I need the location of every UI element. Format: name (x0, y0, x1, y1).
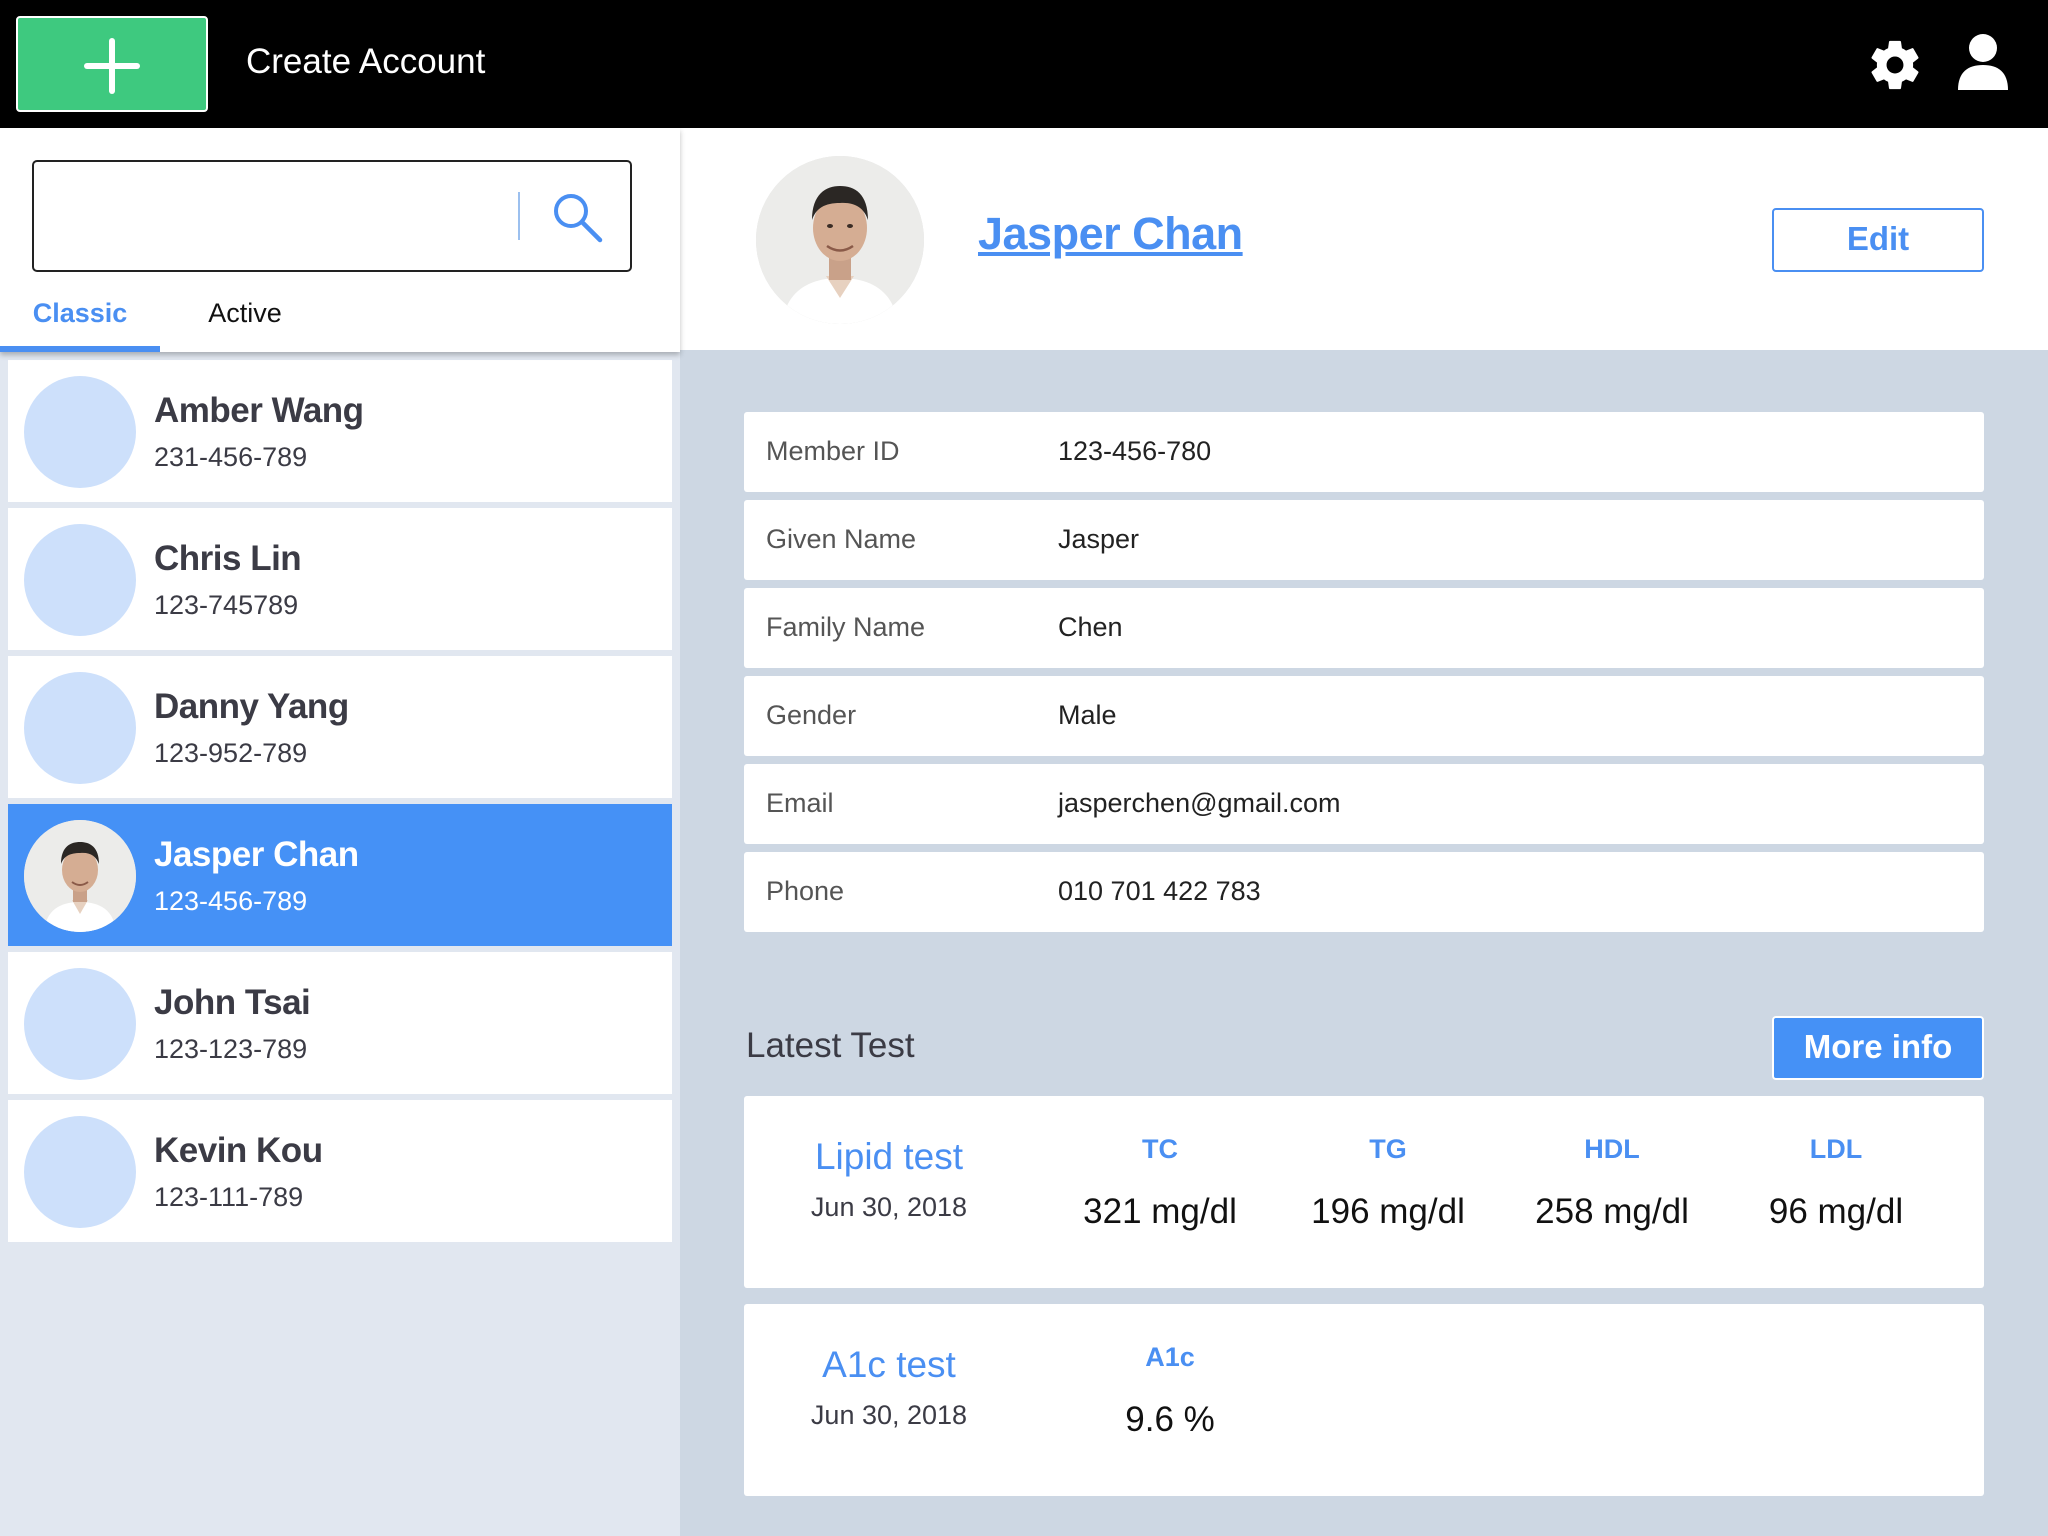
tab-classic[interactable]: Classic (0, 296, 160, 352)
metric-a1c: A1c 9.6 % (1060, 1340, 1280, 1442)
metric-tg: TG 196 mg/dl (1278, 1132, 1498, 1234)
contact-name: Jasper Chan (154, 835, 359, 874)
edit-button[interactable]: Edit (1772, 208, 1984, 272)
field-family-name: Family Name Chen (744, 588, 1984, 668)
field-value: Chen (1058, 612, 1123, 642)
user-icon[interactable] (1956, 32, 2010, 92)
tab-active[interactable]: Active (200, 296, 290, 352)
field-phone: Phone 010 701 422 783 (744, 852, 1984, 932)
search-divider (518, 192, 520, 240)
test-name: A1c test (822, 1344, 956, 1385)
contact-item-amber-wang[interactable]: Amber Wang 231-456-789 (8, 360, 672, 502)
field-member-id: Member ID 123-456-780 (744, 412, 1984, 492)
field-value: 123-456-780 (1058, 436, 1212, 466)
avatar (24, 1116, 136, 1228)
contact-name: Chris Lin (154, 539, 302, 578)
metric-hdl: HDL 258 mg/dl (1502, 1132, 1722, 1234)
metric-value: 96 mg/dl (1768, 1192, 1904, 1231)
contact-phone: 231-456-789 (154, 442, 308, 472)
contact-phone: 123-123-789 (154, 1034, 308, 1064)
metric-value: 258 mg/dl (1535, 1192, 1689, 1231)
more-info-button[interactable]: More info (1772, 1016, 1984, 1080)
test-date: Jun 30, 2018 (810, 1400, 968, 1430)
test-card-lipid[interactable]: Lipid test Jun 30, 2018 TC 321 mg/dl TG … (744, 1096, 1984, 1288)
contact-item-kevin-kou[interactable]: Kevin Kou 123-111-789 (8, 1100, 672, 1242)
field-value: 010 701 422 783 (1058, 876, 1261, 906)
avatar (24, 672, 136, 784)
field-value: Jasper (1058, 524, 1140, 554)
metric-label: TG (1369, 1134, 1407, 1164)
metric-tc: TC 321 mg/dl (1050, 1132, 1270, 1234)
contact-phone: 123-456-789 (154, 886, 308, 916)
test-name: Lipid test (814, 1136, 964, 1177)
field-label: Given Name (766, 524, 917, 554)
metric-value: 321 mg/dl (1083, 1192, 1237, 1231)
profile-photo (756, 156, 924, 324)
avatar (24, 376, 136, 488)
gear-icon[interactable] (1866, 36, 1924, 94)
contact-item-chris-lin[interactable]: Chris Lin 123-745789 (8, 508, 672, 650)
top-bar: Create Account (0, 0, 2048, 128)
search-input[interactable] (32, 160, 632, 272)
create-account-button[interactable] (16, 16, 208, 112)
search-icon[interactable] (550, 190, 604, 244)
member-name-link[interactable]: Jasper Chan (978, 206, 1243, 262)
metric-value: 9.6 % (1125, 1400, 1215, 1439)
contact-phone: 123-952-789 (154, 738, 308, 768)
create-account-label[interactable]: Create Account (246, 40, 485, 84)
avatar (24, 524, 136, 636)
contact-phone: 123-111-789 (154, 1182, 304, 1212)
field-given-name: Given Name Jasper (744, 500, 1984, 580)
metric-value: 196 mg/dl (1311, 1192, 1465, 1231)
member-detail: Jasper Chan Edit Member ID 123-456-780 G… (680, 128, 2048, 1536)
contact-name: John Tsai (154, 983, 311, 1022)
contact-name: Amber Wang (154, 391, 364, 430)
contact-item-danny-yang[interactable]: Danny Yang 123-952-789 (8, 656, 672, 798)
metric-label: HDL (1584, 1134, 1640, 1164)
contact-name: Danny Yang (154, 687, 349, 726)
profile-header: Jasper Chan Edit (680, 128, 2048, 350)
avatar-photo (24, 820, 136, 932)
contact-item-jasper-chan[interactable]: Jasper Chan 123-456-789 (8, 804, 672, 946)
metric-label: LDL (1809, 1134, 1863, 1164)
test-card-a1c[interactable]: A1c test Jun 30, 2018 A1c 9.6 % (744, 1304, 1984, 1496)
field-label: Gender (766, 700, 857, 730)
tab-indicator (0, 346, 160, 352)
metric-label: TC (1142, 1134, 1178, 1164)
metric-ldl: LDL 96 mg/dl (1726, 1132, 1946, 1234)
field-label: Email (766, 788, 834, 818)
field-label: Member ID (766, 436, 900, 466)
avatar (24, 968, 136, 1080)
contact-phone: 123-745789 (154, 590, 299, 620)
field-email: Email jasperchen@gmail.com (744, 764, 1984, 844)
field-value: jasperchen@gmail.com (1058, 788, 1341, 818)
latest-test-heading: Latest Test (746, 1026, 915, 1065)
field-gender: Gender Male (744, 676, 1984, 756)
contact-name: Kevin Kou (154, 1131, 323, 1170)
field-label: Phone (766, 876, 845, 906)
metric-label: A1c (1145, 1342, 1195, 1372)
contact-item-john-tsai[interactable]: John Tsai 123-123-789 (8, 952, 672, 1094)
contact-sidebar: Classic Active Amber Wang 231-456-789 Ch… (0, 128, 680, 1536)
field-label: Family Name (766, 612, 926, 642)
test-date: Jun 30, 2018 (810, 1192, 968, 1222)
search-panel: Classic Active (0, 128, 680, 352)
field-value: Male (1058, 700, 1117, 730)
